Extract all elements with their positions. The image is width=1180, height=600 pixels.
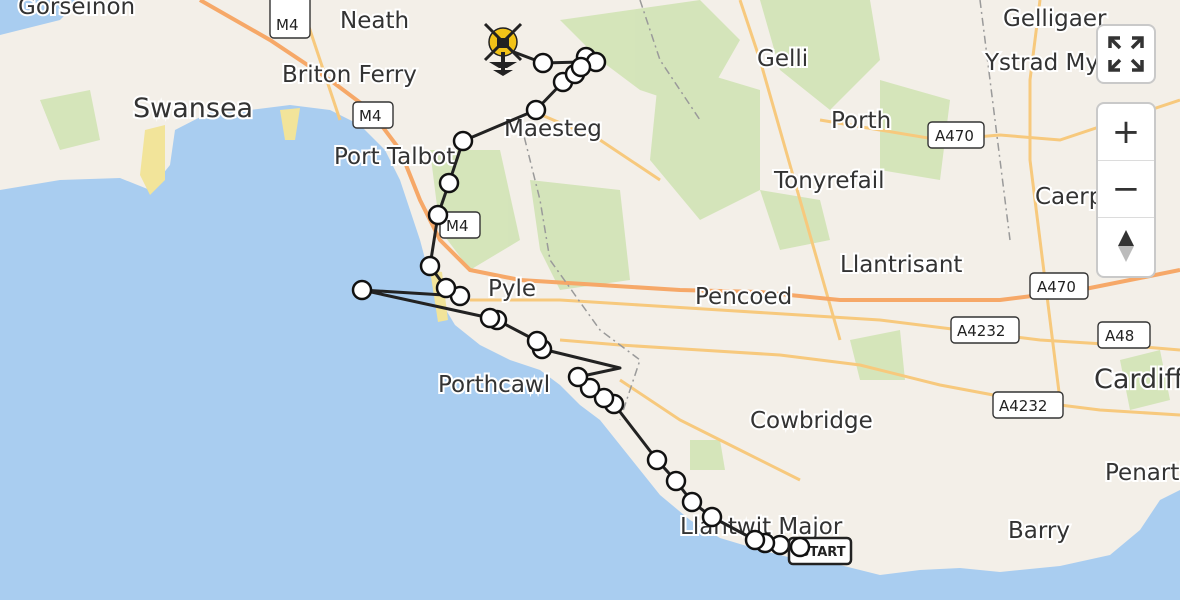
waypoint-marker <box>532 52 554 74</box>
svg-text:A4232: A4232 <box>999 397 1047 415</box>
waypoint-marker <box>351 279 373 301</box>
waypoint-marker <box>526 330 548 352</box>
waypoint-marker <box>744 529 766 551</box>
waypoint-marker <box>789 536 811 558</box>
svg-text:A470: A470 <box>1037 278 1076 296</box>
place-label: Port Talbot <box>334 144 455 170</box>
road-shield-m4: M4 <box>352 101 394 129</box>
waypoint-marker <box>452 130 474 152</box>
waypoint-marker <box>419 255 441 277</box>
waypoint-marker <box>665 470 687 492</box>
road-shield-a4232: A4232 <box>992 391 1064 419</box>
reset-bearing-button[interactable] <box>1098 218 1154 274</box>
svg-text:M4: M4 <box>446 217 469 235</box>
zoom-out-button[interactable]: − <box>1098 161 1154 218</box>
road-shield-a48: A48 <box>1097 321 1151 349</box>
road-shield-a470: A470 <box>1029 272 1089 300</box>
place-label: Briton Ferry <box>282 62 417 88</box>
place-label: Swansea <box>133 93 253 124</box>
place-label: Gorseinon <box>18 0 135 20</box>
svg-text:M4: M4 <box>359 107 382 125</box>
waypoint-marker <box>427 204 449 226</box>
fullscreen-icon <box>1108 36 1144 72</box>
waypoint-marker <box>681 491 703 513</box>
place-label: Llantrisant <box>840 252 962 278</box>
place-label: Gelli <box>757 46 808 72</box>
place-label: Pyle <box>488 276 536 302</box>
place-label: Maesteg <box>504 116 602 142</box>
fullscreen-control[interactable] <box>1096 24 1156 84</box>
start-marker[interactable]: START <box>787 536 853 566</box>
place-label: Cowbridge <box>750 408 873 434</box>
map-canvas[interactable]: Gorseinon Neath Briton Ferry Swansea Por… <box>0 0 1180 600</box>
place-label: Penarth <box>1105 460 1180 486</box>
waypoint-marker <box>438 172 460 194</box>
place-label: Porthcawl <box>438 372 550 398</box>
waypoint-marker <box>479 307 501 329</box>
place-label: Tonyrefail <box>773 168 884 194</box>
waypoint-marker <box>525 99 547 121</box>
place-label: Neath <box>340 8 409 34</box>
place-label: Porth <box>831 108 891 134</box>
waypoint-marker <box>570 56 592 78</box>
zoom-controls: + − <box>1096 102 1156 278</box>
fullscreen-button[interactable] <box>1098 26 1154 82</box>
place-label: Pencoed <box>695 284 792 310</box>
road-shield-a470: A470 <box>927 121 985 149</box>
svg-text:A470: A470 <box>935 127 974 145</box>
place-label: Barry <box>1008 518 1070 544</box>
waypoint-marker <box>646 449 668 471</box>
compass-icon <box>1118 230 1134 262</box>
place-label: Cardiff <box>1094 364 1180 395</box>
waypoint-marker <box>701 506 723 528</box>
zoom-in-button[interactable]: + <box>1098 104 1154 161</box>
waypoint-marker <box>435 277 457 299</box>
svg-text:M4: M4 <box>276 16 299 34</box>
waypoint-marker <box>567 366 589 388</box>
road-shield-a4232: A4232 <box>950 316 1020 344</box>
svg-text:A4232: A4232 <box>957 322 1005 340</box>
road-shield-m4: M4 <box>269 0 311 39</box>
svg-text:A48: A48 <box>1105 327 1134 345</box>
place-label: Gelligaer <box>1003 6 1107 32</box>
